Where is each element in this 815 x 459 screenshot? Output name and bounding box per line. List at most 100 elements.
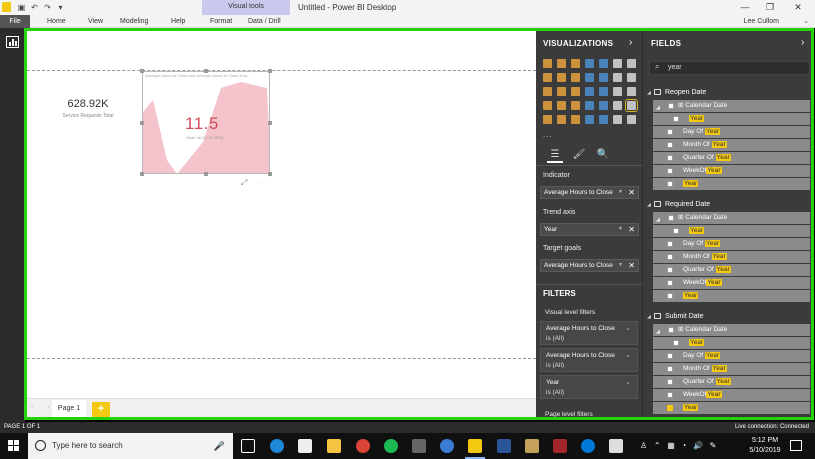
field-item[interactable]: Quarter Of Year — [653, 152, 810, 164]
field-checkbox[interactable] — [667, 280, 673, 286]
field-checkbox[interactable] — [667, 392, 673, 398]
field-item[interactable]: Day Of Year — [653, 126, 810, 138]
field-item[interactable]: Month Of Year — [653, 251, 810, 263]
report-canvas[interactable]: 628.92K Service Requests Total Average H… — [27, 31, 536, 419]
edge-browser-icon[interactable] — [270, 439, 284, 453]
ribbon-collapse-icon[interactable]: ⌄ — [803, 15, 809, 28]
field-checkbox[interactable] — [668, 215, 674, 221]
field-checkbox[interactable] — [667, 181, 673, 187]
visual-type-icon[interactable] — [557, 115, 566, 124]
visual-type-icon[interactable] — [599, 101, 608, 110]
visual-type-icon[interactable] — [571, 59, 580, 68]
field-item[interactable]: Year — [653, 225, 810, 237]
visual-type-icon[interactable] — [543, 59, 552, 68]
field-item[interactable]: Day Of Year — [653, 238, 810, 250]
visual-type-icon[interactable] — [627, 73, 636, 82]
minimize-button[interactable]: — — [735, 0, 755, 15]
field-checkbox[interactable] — [667, 241, 673, 247]
tab-help[interactable]: Help — [171, 15, 185, 28]
system-tray[interactable]: ♙ ⌃ ▦ ◔ 🔊 ✎ — [640, 433, 716, 459]
field-item[interactable]: Quarter Of Year — [653, 264, 810, 276]
visual-type-icon[interactable] — [599, 73, 608, 82]
field-checkbox[interactable] — [673, 228, 679, 234]
tab-file[interactable]: File — [0, 15, 30, 28]
visual-type-icon[interactable] — [599, 115, 608, 124]
close-button[interactable]: ✕ — [788, 0, 808, 15]
visual-type-icon[interactable] — [543, 115, 552, 124]
expand-caret-icon[interactable]: ◢ — [647, 200, 654, 211]
field-checkbox[interactable] — [668, 103, 674, 109]
field-table[interactable]: ◢ Required Date — [647, 199, 710, 210]
resize-handle[interactable] — [204, 172, 208, 176]
tab-home[interactable]: Home — [47, 15, 66, 28]
chevron-down-icon[interactable]: ▼ — [618, 224, 623, 235]
field-checkbox[interactable] — [667, 353, 673, 359]
fields-search-input[interactable]: year — [649, 61, 810, 75]
report-view-icon[interactable] — [6, 36, 19, 48]
file-explorer-icon[interactable] — [327, 439, 341, 453]
field-item[interactable]: ◢ ⊞ Calendar Date — [653, 100, 810, 112]
field-item[interactable]: Year — [653, 113, 810, 125]
visual-type-icon[interactable] — [613, 115, 622, 124]
visual-type-icon[interactable] — [585, 87, 594, 96]
filter-card[interactable]: Average Hours to Close is (All) ⌄ — [540, 321, 638, 345]
app-icon[interactable] — [525, 439, 539, 453]
photos-app-icon[interactable] — [412, 439, 426, 453]
visual-type-icon[interactable] — [571, 115, 580, 124]
format-paint-roller-icon[interactable]: 🖌 — [571, 147, 587, 163]
visual-type-icon[interactable] — [557, 73, 566, 82]
field-checkbox[interactable] — [667, 405, 673, 411]
chevron-down-icon[interactable]: ▼ — [618, 260, 623, 271]
visual-type-icon[interactable] — [627, 59, 636, 68]
resize-handle[interactable] — [268, 69, 272, 73]
app-icon[interactable] — [609, 439, 623, 453]
field-item[interactable]: ◢ ⊞ Calendar Date — [653, 324, 810, 336]
field-checkbox[interactable] — [667, 293, 673, 299]
tab-page-1[interactable]: Page 1 — [52, 400, 86, 419]
field-item[interactable]: Year — [653, 402, 810, 414]
visual-type-icon[interactable] — [613, 73, 622, 82]
visual-type-icon[interactable] — [625, 99, 638, 112]
field-checkbox[interactable] — [667, 168, 673, 174]
action-center-icon[interactable] — [790, 440, 802, 451]
target-goals-field[interactable]: Average Hours to Close ▼ ✕ — [540, 259, 639, 272]
visual-type-icon[interactable] — [585, 73, 594, 82]
collapse-visualizations-icon[interactable]: › — [629, 37, 632, 48]
resize-handle[interactable] — [140, 69, 144, 73]
fields-well-tab-icon[interactable]: ☰ — [547, 147, 563, 163]
field-checkbox[interactable] — [667, 379, 673, 385]
field-checkbox[interactable] — [673, 116, 679, 122]
remove-field-icon[interactable]: ✕ — [628, 187, 635, 198]
visual-type-icon[interactable] — [557, 101, 566, 110]
undo-icon[interactable]: ↶ — [29, 2, 40, 13]
field-checkbox[interactable] — [667, 366, 673, 372]
spotify-icon[interactable] — [384, 439, 398, 453]
tab-view[interactable]: View — [88, 15, 103, 28]
visual-type-icon[interactable] — [599, 59, 608, 68]
visual-type-icon[interactable] — [599, 87, 608, 96]
field-checkbox[interactable] — [667, 254, 673, 260]
visual-type-icon[interactable] — [627, 115, 636, 124]
resize-handle[interactable] — [268, 172, 272, 176]
field-checkbox[interactable] — [673, 340, 679, 346]
indicator-field[interactable]: Average Hours to Close ▼ ✕ — [540, 186, 639, 199]
expand-caret-icon[interactable]: ◢ — [647, 88, 654, 99]
visual-type-icon[interactable] — [557, 87, 566, 96]
resize-handle[interactable] — [204, 69, 208, 73]
signed-in-user[interactable]: Lee Cullom — [744, 15, 779, 28]
visual-type-icon[interactable] — [613, 87, 622, 96]
remove-field-icon[interactable]: ✕ — [628, 224, 635, 235]
card-visual-value[interactable]: 628.92K — [63, 98, 113, 110]
field-item[interactable]: ◢ ⊞ Calendar Date — [653, 212, 810, 224]
filter-card[interactable]: Average Hours to Close is (All) ⌄ — [540, 348, 638, 372]
add-page-button[interactable]: + — [92, 402, 110, 417]
field-checkbox[interactable] — [667, 142, 673, 148]
visual-type-icon[interactable] — [543, 101, 552, 110]
field-checkbox[interactable] — [667, 267, 673, 273]
app-icon[interactable] — [553, 439, 567, 453]
more-visuals-icon[interactable]: ... — [543, 130, 553, 139]
field-item[interactable]: Year — [653, 178, 810, 190]
restore-button[interactable]: ❐ — [760, 0, 780, 15]
tab-modeling[interactable]: Modeling — [120, 15, 148, 28]
visual-type-icon[interactable] — [585, 59, 594, 68]
